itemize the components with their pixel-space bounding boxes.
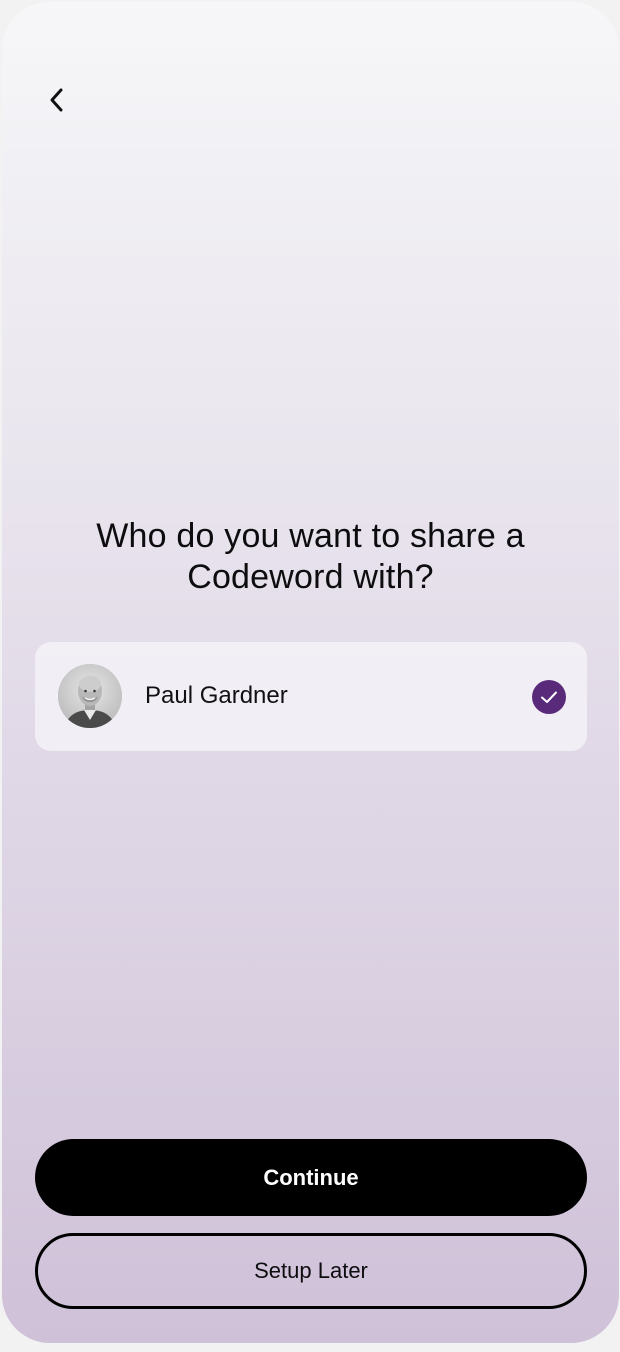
chevron-left-icon (50, 88, 63, 112)
back-button[interactable] (40, 82, 74, 118)
contact-name: Paul Gardner (145, 682, 288, 709)
avatar (58, 664, 122, 728)
setup-later-button[interactable]: Setup Later (35, 1233, 587, 1309)
page-title: Who do you want to share a Codeword with… (96, 517, 525, 596)
continue-button[interactable]: Continue (35, 1139, 587, 1216)
checkmark-icon (532, 680, 566, 714)
contact-item[interactable]: Paul Gardner (35, 642, 587, 751)
screen: Who do you want to share a Codeword with… (2, 2, 619, 1343)
selected-checkbox[interactable] (532, 680, 566, 714)
